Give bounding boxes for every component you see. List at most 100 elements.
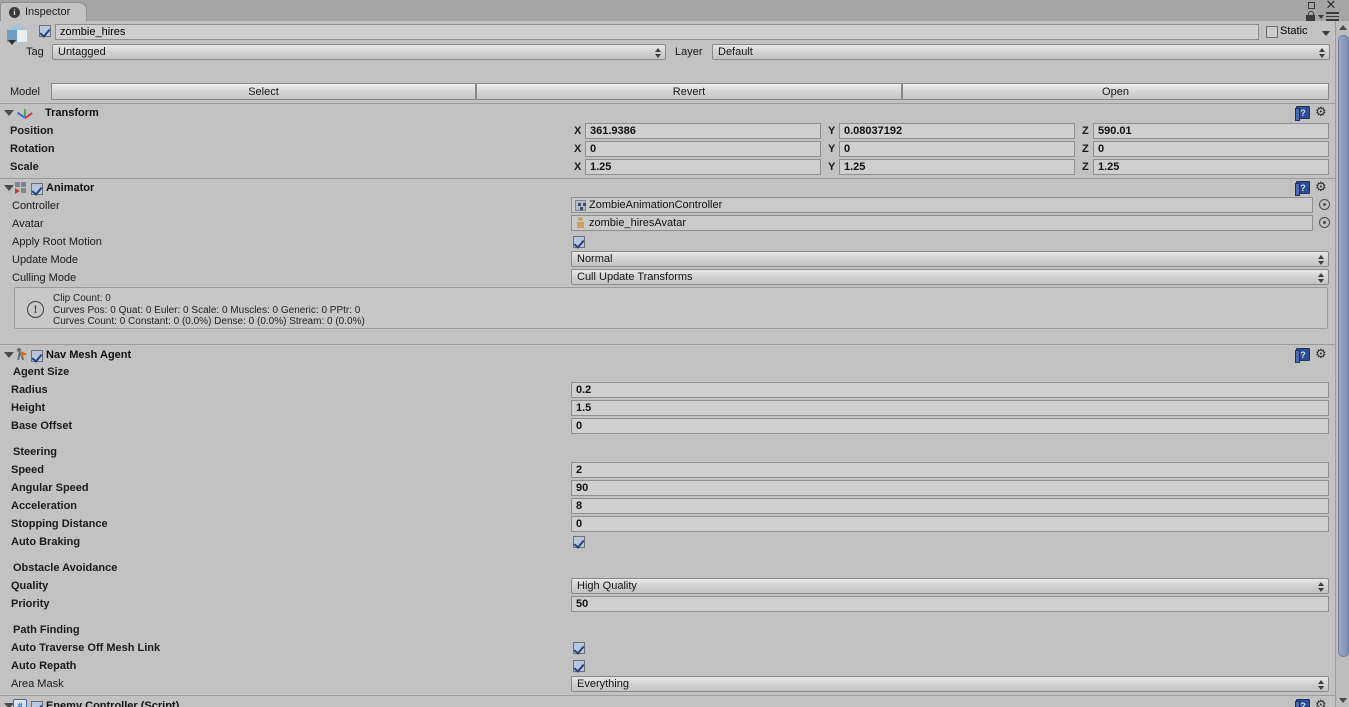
- component-title: Transform: [45, 107, 99, 119]
- position-x-input[interactable]: 361.9386: [585, 123, 821, 139]
- section-heading-obstacle-avoidance: Obstacle Avoidance: [13, 562, 118, 574]
- help-book-icon[interactable]: ?: [1295, 699, 1310, 707]
- game-object-header: zombie_hires Static: [0, 21, 1335, 45]
- enemy-controller-enabled-checkbox[interactable]: [31, 701, 43, 707]
- height-input[interactable]: 1.5: [571, 400, 1329, 416]
- culling-mode-label: Culling Mode: [12, 272, 77, 284]
- layer-dropdown[interactable]: Default: [712, 44, 1330, 60]
- static-label: Static: [1280, 25, 1308, 37]
- animator-controller-icon: [575, 200, 586, 211]
- culling-mode-dropdown[interactable]: Cull Update Transforms: [571, 269, 1329, 285]
- tag-label: Tag: [26, 46, 44, 58]
- update-mode-dropdown[interactable]: Normal: [571, 251, 1329, 267]
- vertical-scrollbar[interactable]: [1335, 21, 1349, 707]
- window-controls: ✕: [1300, 0, 1346, 21]
- rotation-label: Rotation: [10, 143, 55, 155]
- priority-label: Priority: [11, 598, 50, 610]
- info-line-1: Clip Count: 0: [53, 293, 111, 304]
- lock-icon[interactable]: [1306, 11, 1315, 21]
- select-button[interactable]: Select: [51, 83, 476, 100]
- chevron-updown-icon: [1318, 680, 1325, 690]
- position-y-input[interactable]: 0.08037192: [839, 123, 1075, 139]
- rotation-x-input[interactable]: 0: [585, 141, 821, 157]
- section-heading-steering: Steering: [13, 446, 58, 458]
- priority-input[interactable]: 50: [571, 596, 1329, 612]
- layer-value: Default: [718, 46, 753, 58]
- apply-root-motion-checkbox[interactable]: [573, 236, 585, 251]
- component-header-animator[interactable]: Animator ? ⚙: [0, 180, 1335, 197]
- hamburger-menu-icon[interactable]: [1326, 12, 1339, 21]
- auto-traverse-off-mesh-link-checkbox[interactable]: [573, 642, 585, 657]
- acceleration-input[interactable]: 8: [571, 498, 1329, 514]
- axis-label-x: X: [574, 161, 582, 173]
- foldout-arrow-icon[interactable]: [4, 352, 14, 358]
- gear-icon[interactable]: ⚙: [1315, 181, 1328, 194]
- tab-inspector[interactable]: i Inspector: [0, 2, 88, 21]
- component-header-enemy-controller[interactable]: # Enemy Controller (Script) ? ⚙: [0, 698, 1335, 707]
- axis-label-z: Z: [1082, 125, 1089, 137]
- quality-dropdown[interactable]: High Quality: [571, 578, 1329, 594]
- auto-traverse-off-mesh-link-label: Auto Traverse Off Mesh Link: [11, 642, 161, 654]
- angular-speed-input[interactable]: 90: [571, 480, 1329, 496]
- gear-icon[interactable]: ⚙: [1315, 106, 1328, 119]
- component-header-transform[interactable]: Transform ? ⚙: [0, 105, 1335, 122]
- position-z-input[interactable]: 590.01: [1093, 123, 1329, 139]
- scroll-down-arrow-icon[interactable]: [1336, 694, 1349, 707]
- scale-y-input[interactable]: 1.25: [839, 159, 1075, 175]
- controller-value: ZombieAnimationController: [589, 199, 723, 211]
- component-header-nav-mesh-agent[interactable]: Nav Mesh Agent ? ⚙: [0, 347, 1335, 364]
- controller-label: Controller: [12, 200, 60, 212]
- auto-repath-label: Auto Repath: [11, 660, 77, 672]
- foldout-arrow-icon[interactable]: [4, 110, 14, 116]
- area-mask-value: Everything: [577, 678, 629, 690]
- section-heading-path-finding: Path Finding: [13, 624, 80, 636]
- stopping-distance-input[interactable]: 0: [571, 516, 1329, 532]
- controller-picker-icon[interactable]: [1319, 199, 1330, 210]
- scroll-up-arrow-icon[interactable]: [1336, 21, 1349, 34]
- auto-braking-checkbox[interactable]: [573, 536, 585, 551]
- close-icon[interactable]: ✕: [1325, 0, 1337, 12]
- chevron-updown-icon: [1318, 255, 1325, 265]
- rotation-z-input[interactable]: 0: [1093, 141, 1329, 157]
- controller-object-field[interactable]: ZombieAnimationController: [571, 197, 1313, 213]
- gear-icon[interactable]: ⚙: [1315, 699, 1328, 707]
- area-mask-dropdown[interactable]: Everything: [571, 676, 1329, 692]
- revert-button[interactable]: Revert: [476, 83, 902, 100]
- avatar-picker-icon[interactable]: [1319, 217, 1330, 228]
- scale-x-input[interactable]: 1.25: [585, 159, 821, 175]
- unity-inspector-window: i Inspector ✕ zombie_hires Static Tag Un…: [0, 0, 1349, 707]
- axis-label-z: Z: [1082, 161, 1089, 173]
- auto-repath-checkbox[interactable]: [573, 660, 585, 675]
- window-tab-bar: i Inspector ✕: [0, 0, 1349, 21]
- gear-icon[interactable]: ⚙: [1315, 348, 1328, 361]
- scale-label: Scale: [10, 161, 39, 173]
- chevron-down-icon[interactable]: [1318, 15, 1324, 19]
- update-mode-label: Update Mode: [12, 254, 79, 266]
- static-checkbox[interactable]: [1266, 26, 1278, 41]
- speed-label: Speed: [11, 464, 45, 476]
- speed-input[interactable]: 2: [571, 462, 1329, 478]
- scale-z-input[interactable]: 1.25: [1093, 159, 1329, 175]
- tag-dropdown[interactable]: Untagged: [52, 44, 666, 60]
- avatar-object-field[interactable]: zombie_hiresAvatar: [571, 215, 1313, 231]
- nav-mesh-agent-enabled-checkbox[interactable]: [31, 350, 43, 365]
- maximize-icon[interactable]: [1308, 2, 1315, 9]
- foldout-arrow-icon[interactable]: [4, 185, 14, 191]
- help-book-icon[interactable]: ?: [1295, 348, 1310, 363]
- base-offset-input[interactable]: 0: [571, 418, 1329, 434]
- culling-mode-value: Cull Update Transforms: [577, 271, 693, 283]
- rotation-y-input[interactable]: 0: [839, 141, 1075, 157]
- game-object-enabled-checkbox[interactable]: [39, 25, 51, 40]
- game-object-name-input[interactable]: zombie_hires: [55, 24, 1259, 40]
- height-label: Height: [11, 402, 46, 414]
- avatar-icon: [575, 217, 586, 228]
- static-dropdown-chevron-icon[interactable]: [1322, 31, 1330, 36]
- open-button[interactable]: Open: [902, 83, 1329, 100]
- apply-root-motion-label: Apply Root Motion: [12, 236, 102, 248]
- animator-enabled-checkbox[interactable]: [31, 183, 43, 198]
- scrollbar-thumb[interactable]: [1338, 35, 1349, 657]
- help-book-icon[interactable]: ?: [1295, 106, 1310, 121]
- radius-label: Radius: [11, 384, 48, 396]
- help-book-icon[interactable]: ?: [1295, 181, 1310, 196]
- radius-input[interactable]: 0.2: [571, 382, 1329, 398]
